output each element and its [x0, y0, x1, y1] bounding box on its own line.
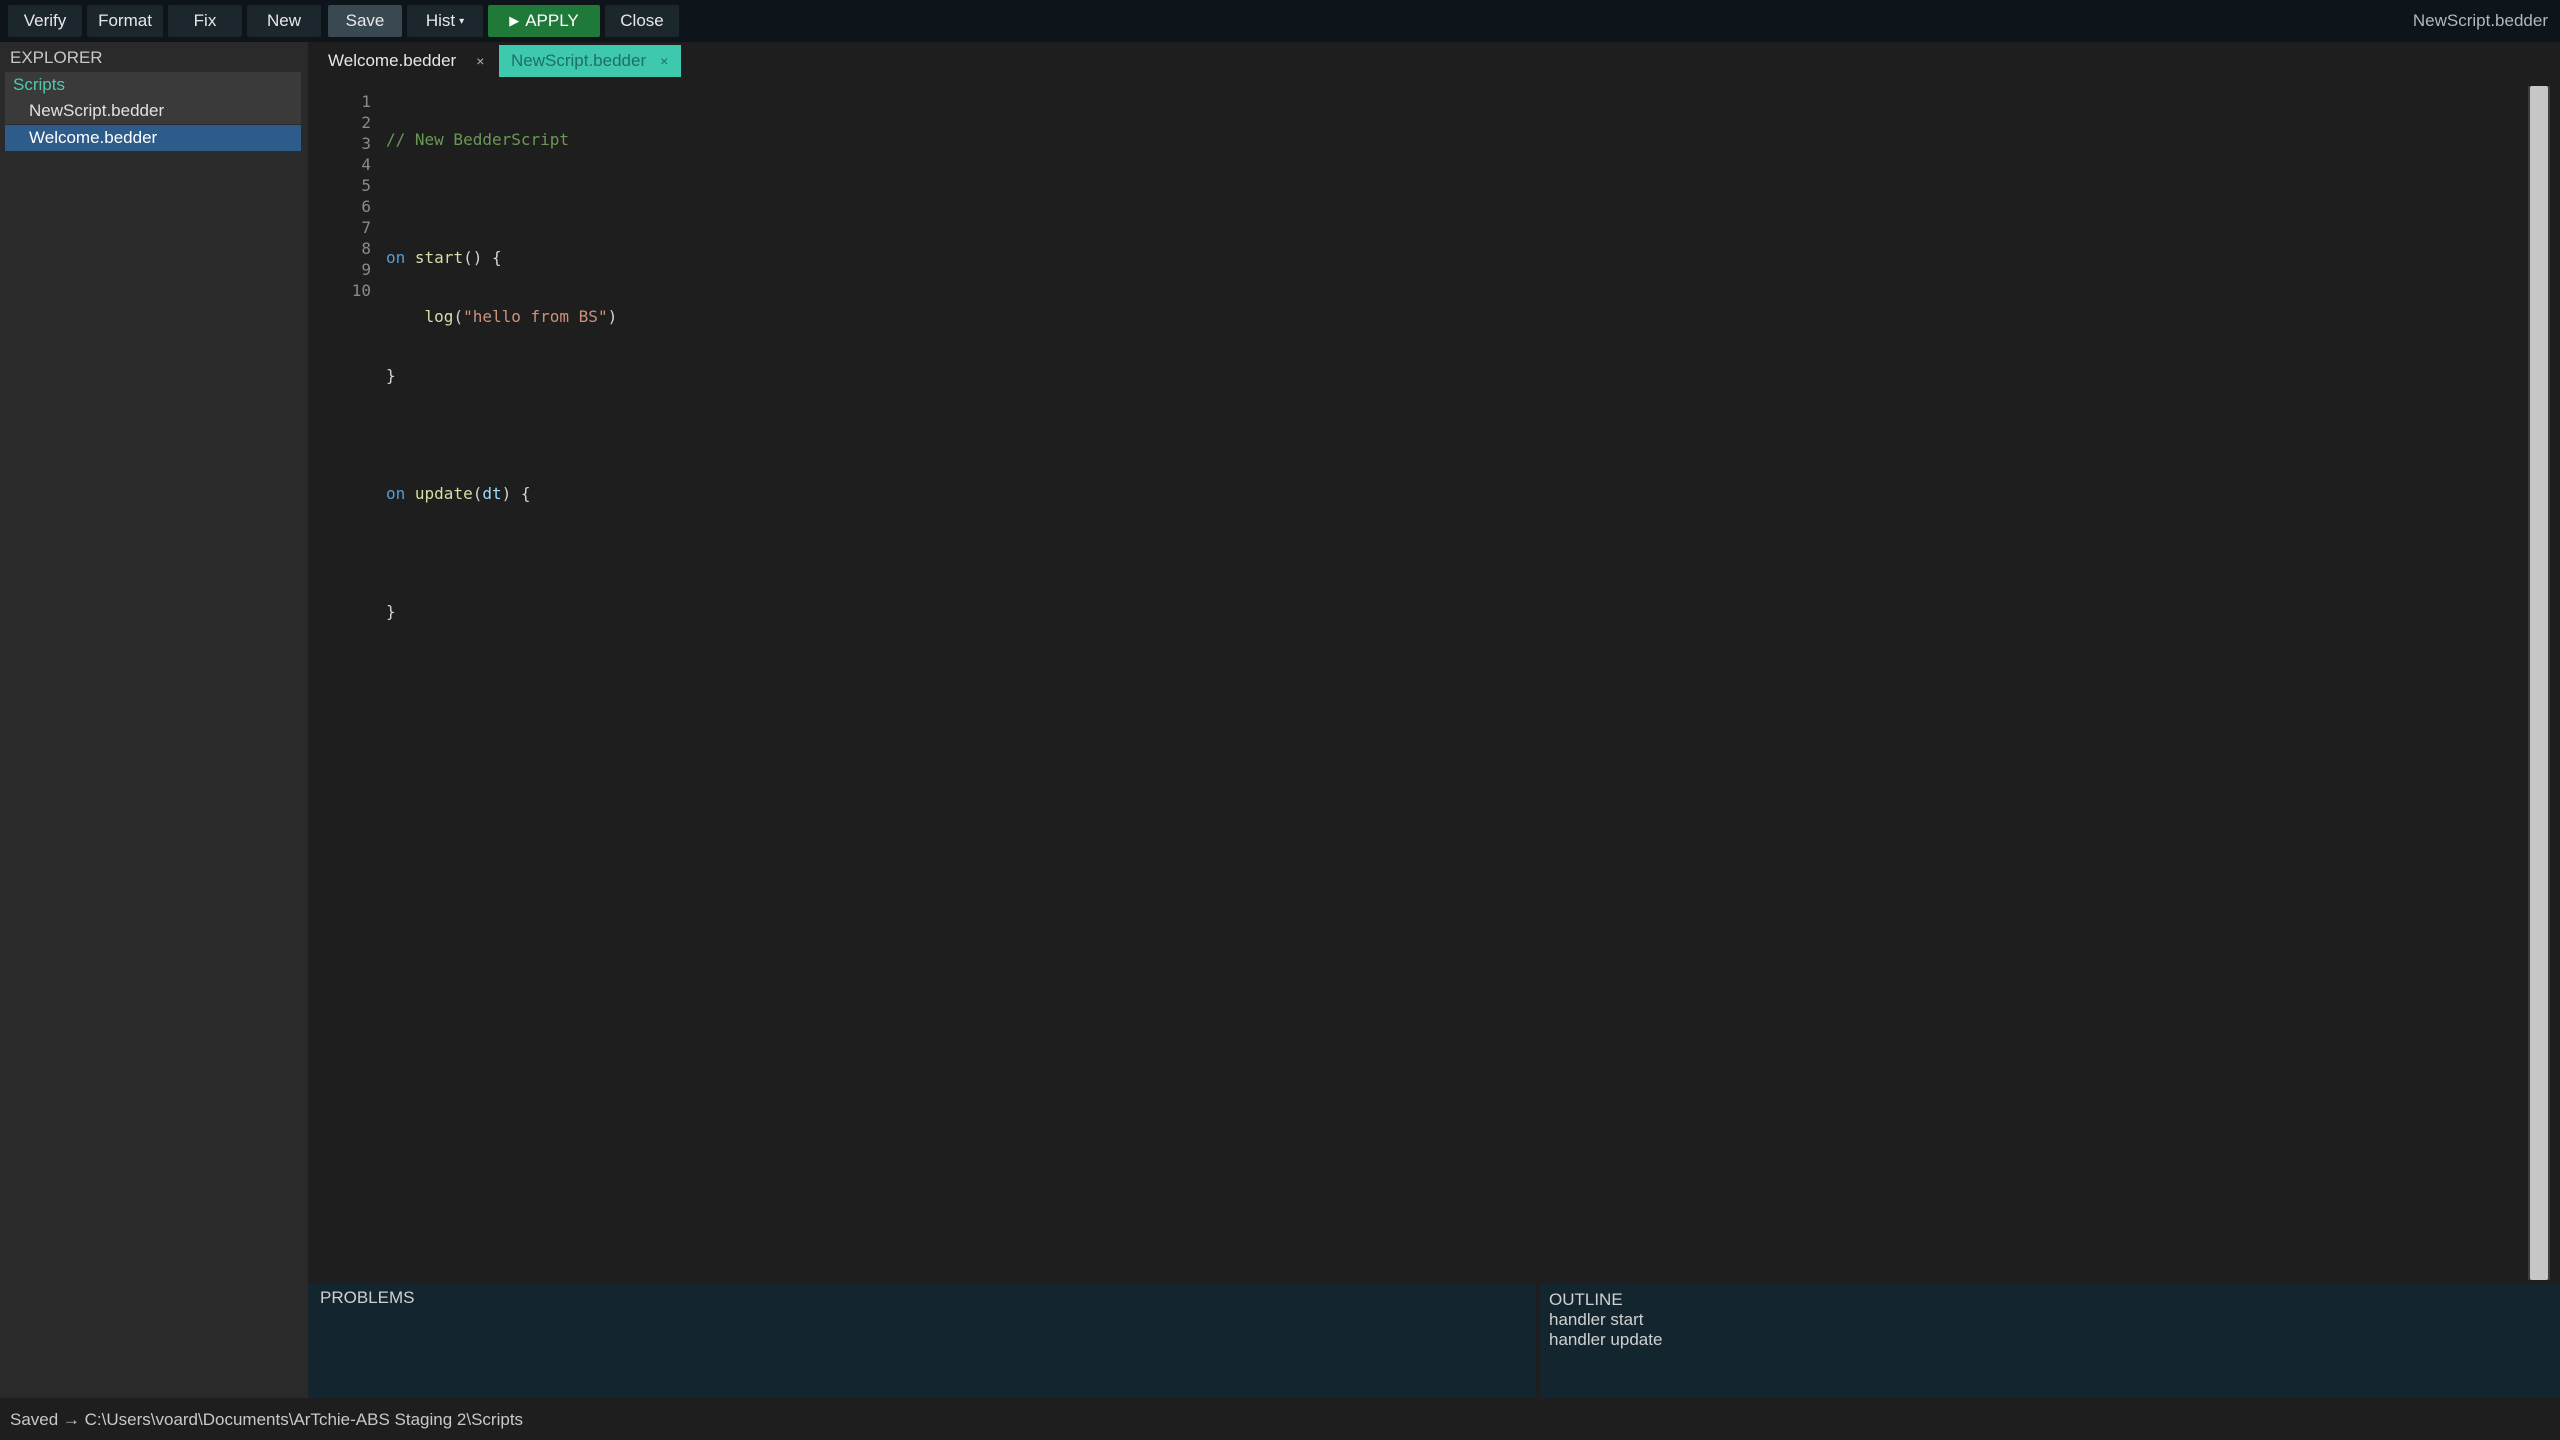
history-button-label: Hist	[425, 11, 456, 30]
outline-item-update[interactable]: handler update	[1549, 1330, 1662, 1350]
fix-button[interactable]: Fix	[168, 5, 242, 37]
history-button[interactable]: Hist ▾	[407, 5, 483, 37]
code-punctuation: (	[453, 307, 464, 326]
code-comment: // New BedderScript	[386, 130, 570, 149]
code-line: on update(dt) {	[386, 483, 617, 504]
line-number: 8	[361, 239, 371, 258]
code-function: start	[414, 248, 464, 267]
line-number: 6	[361, 197, 371, 216]
file-item-welcome[interactable]: Welcome.bedder	[5, 125, 301, 151]
code-line: on start() {	[386, 247, 617, 268]
code-punctuation: ) {	[501, 484, 531, 503]
save-button[interactable]: Save	[328, 5, 402, 37]
code-keyword: on	[386, 248, 406, 267]
line-number: 7	[361, 218, 371, 237]
new-button[interactable]: New	[247, 5, 321, 37]
scripts-folder[interactable]: Scripts	[5, 72, 301, 98]
code-function: log	[424, 307, 454, 326]
file-item-newscript[interactable]: NewScript.bedder	[5, 98, 301, 124]
line-number: 4	[361, 155, 371, 174]
outline-title: OUTLINE	[1549, 1290, 1623, 1309]
status-message: Saved → C:\Users\voard\Documents\ArTchie…	[10, 1410, 524, 1429]
tab-welcome[interactable]: Welcome.bedder ×	[316, 45, 498, 77]
close-icon[interactable]: ×	[660, 53, 678, 69]
code-punctuation: }	[386, 602, 396, 621]
code-line: // New BedderScript	[386, 129, 617, 150]
code-keyword: on	[386, 484, 406, 503]
close-icon[interactable]: ×	[476, 53, 494, 69]
code-parameter: dt	[482, 484, 502, 503]
code-punctuation: () {	[463, 248, 502, 267]
tab-newscript[interactable]: NewScript.bedder ×	[499, 45, 681, 77]
code-line: log("hello from BS")	[386, 306, 618, 327]
line-number: 9	[361, 260, 371, 279]
apply-button-label: APPLY	[525, 11, 579, 30]
line-number: 1	[361, 92, 371, 111]
explorer-header: EXPLORER	[10, 48, 103, 67]
code-line: }	[386, 365, 617, 386]
editor-scrollbar[interactable]	[2528, 86, 2550, 1280]
line-number: 2	[361, 113, 371, 132]
line-number: 5	[361, 176, 371, 195]
apply-button[interactable]: ▶ APPLY	[488, 5, 600, 37]
chevron-down-icon: ▾	[459, 15, 465, 27]
outline-panel: OUTLINE handler start handler update	[1540, 1284, 2560, 1398]
tab-label: Welcome.bedder	[328, 51, 457, 70]
editor-tab-bar: Welcome.bedder × NewScript.bedder ×	[308, 42, 2560, 80]
line-number-gutter: 1 2 3 4 5 6 7 8 9 10	[308, 91, 371, 301]
window-title: NewScript.bedder	[2412, 11, 2548, 30]
format-button[interactable]: Format	[87, 5, 163, 37]
status-bar: Saved → C:\Users\voard\Documents\ArTchie…	[0, 1398, 2560, 1440]
code-editor[interactable]: 1 2 3 4 5 6 7 8 9 10 // New BedderScript…	[308, 80, 2528, 1282]
line-number: 3	[361, 134, 371, 153]
code-content[interactable]: // New BedderScript on start() { log("he…	[386, 91, 617, 719]
toolbar: Verify Format Fix New Save Hist ▾ ▶ APPL…	[0, 0, 2560, 42]
tab-label: NewScript.bedder	[511, 51, 647, 70]
problems-panel: PROBLEMS	[308, 1284, 1536, 1398]
code-string: "hello from BS"	[463, 307, 608, 326]
play-icon: ▶	[509, 13, 520, 28]
line-number: 10	[351, 281, 371, 300]
problems-title: PROBLEMS	[320, 1288, 415, 1307]
verify-button[interactable]: Verify	[8, 5, 82, 37]
code-function: update	[414, 484, 473, 503]
code-punctuation: (	[472, 484, 483, 503]
close-button[interactable]: Close	[605, 5, 679, 37]
code-punctuation: }	[386, 366, 396, 385]
code-punctuation: )	[607, 307, 618, 326]
scrollbar-thumb[interactable]	[2530, 86, 2548, 1280]
outline-item-start[interactable]: handler start	[1549, 1310, 1644, 1330]
explorer-sidebar: EXPLORER Scripts NewScript.bedder Welcom…	[0, 42, 308, 1398]
code-line: }	[386, 601, 617, 622]
